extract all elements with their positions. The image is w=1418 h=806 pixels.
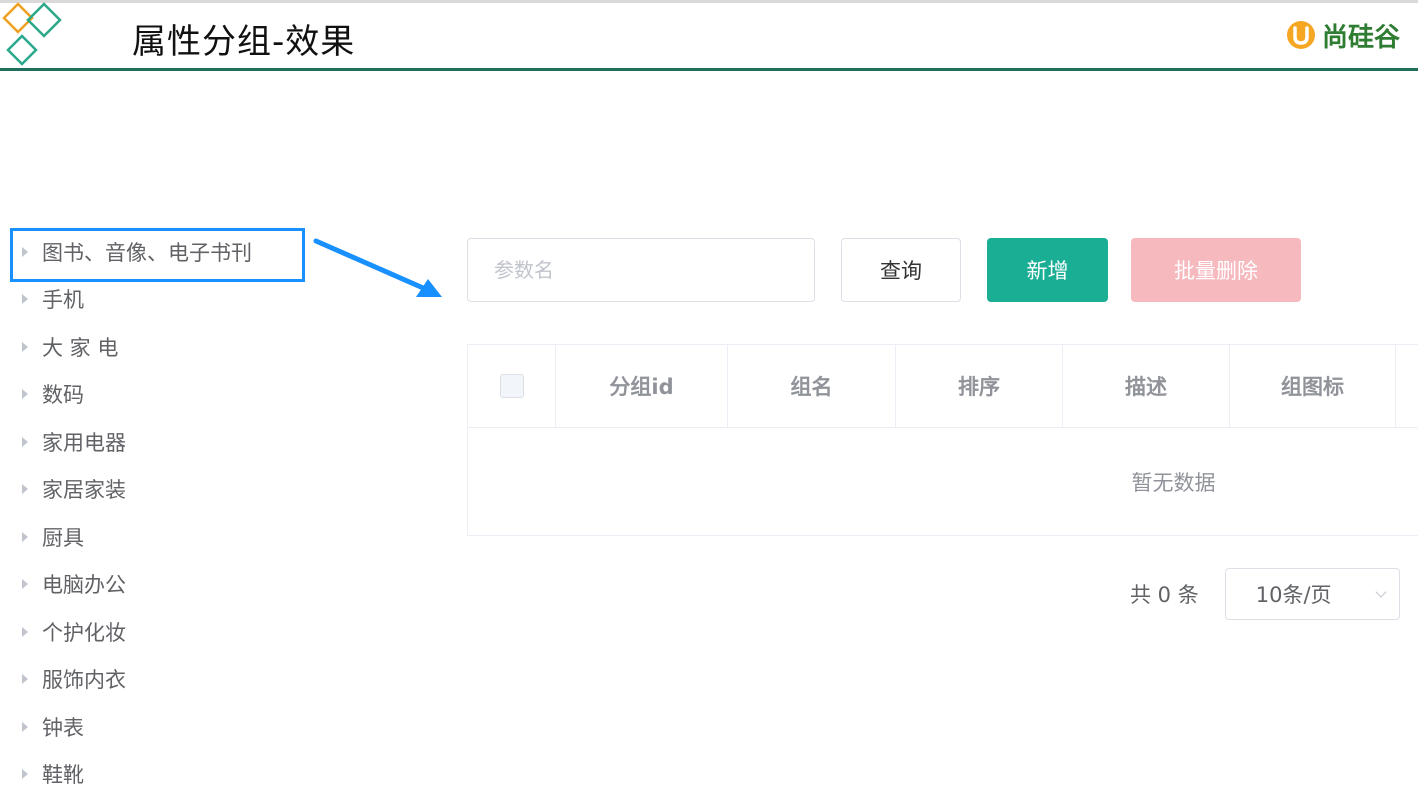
diamond-decoration-icon — [2, 2, 62, 66]
caret-right-icon[interactable] — [22, 674, 28, 685]
add-button[interactable]: 新增 — [987, 238, 1108, 302]
tree-item-label: 家居家装 — [42, 478, 126, 503]
tree-item-home-decor[interactable]: 家居家装 — [14, 466, 314, 514]
tree-item-computers[interactable]: 电脑办公 — [14, 561, 314, 609]
page-title: 属性分组-效果 — [132, 22, 356, 62]
tree-item-label: 厨具 — [42, 525, 84, 550]
page-size-value: 10条/页 — [1255, 583, 1332, 607]
tree-item-label: 大 家 电 — [42, 335, 119, 360]
tree-item-label: 服饰内衣 — [42, 668, 126, 693]
pagination: 共 0 条 10条/页 — [1130, 568, 1400, 620]
tree-item-shoes[interactable]: 鞋靴 — [14, 751, 314, 799]
caret-right-icon[interactable] — [22, 626, 28, 637]
caret-right-icon[interactable] — [22, 389, 28, 400]
batch-delete-button[interactable]: 批量删除 — [1131, 238, 1301, 302]
caret-right-icon[interactable] — [22, 721, 28, 732]
empty-text: 暂无数据 — [1131, 471, 1216, 495]
param-name-search-input[interactable] — [467, 238, 815, 302]
category-tree: 图书、音像、电子书刊 手机 大 家 电 数码 家用电器 家居家装 厨具 电脑办公… — [14, 228, 314, 798]
tree-item-home-appliances[interactable]: 家用电器 — [14, 418, 314, 466]
caret-right-icon[interactable] — [22, 436, 28, 447]
select-all-cell — [468, 345, 556, 427]
highlight-box — [10, 228, 305, 282]
tree-item-clothing[interactable]: 服饰内衣 — [14, 656, 314, 704]
tree-item-label: 家用电器 — [42, 430, 126, 455]
brand-logo-icon — [1286, 21, 1315, 49]
annotation-arrow-icon — [313, 238, 442, 297]
tree-item-label: 电脑办公 — [42, 573, 126, 598]
caret-right-icon[interactable] — [22, 579, 28, 590]
attr-group-table: 分组id 组名 排序 描述 组图标 暂无数据 — [467, 344, 1418, 536]
select-all-checkbox[interactable] — [499, 374, 524, 398]
tree-item-label: 个护化妆 — [42, 620, 126, 645]
column-header-sort[interactable]: 排序 — [896, 345, 1063, 427]
column-header-description[interactable]: 描述 — [1063, 345, 1230, 427]
caret-right-icon[interactable] — [22, 769, 28, 780]
brand: 尚硅谷 — [1286, 18, 1400, 53]
tree-item-appliances[interactable]: 大 家 电 — [14, 323, 314, 371]
caret-right-icon[interactable] — [22, 484, 28, 495]
tree-item-label: 鞋靴 — [42, 763, 84, 788]
tree-item-personal-care[interactable]: 个护化妆 — [14, 608, 314, 656]
tree-item-label: 手机 — [42, 288, 84, 313]
tree-item-label: 数码 — [42, 383, 84, 408]
tree-item-digital[interactable]: 数码 — [14, 371, 314, 419]
caret-right-icon[interactable] — [22, 294, 28, 305]
tree-item-kitchenware[interactable]: 厨具 — [14, 513, 314, 561]
query-button[interactable]: 查询 — [841, 238, 961, 302]
caret-right-icon[interactable] — [22, 341, 28, 352]
column-header-group-icon[interactable]: 组图标 — [1230, 345, 1396, 427]
brand-name: 尚硅谷 — [1321, 22, 1400, 53]
tree-item-label: 钟表 — [42, 715, 84, 740]
tree-item-phones[interactable]: 手机 — [14, 276, 314, 324]
column-header-group-name[interactable]: 组名 — [728, 345, 896, 427]
page-size-select[interactable]: 10条/页 — [1224, 568, 1400, 620]
slide-header: 属性分组-效果 尚硅谷 — [0, 0, 1418, 71]
column-header-group-id[interactable]: 分组id — [556, 345, 728, 427]
total-count: 共 0 条 — [1130, 583, 1199, 607]
header-divider — [0, 68, 1418, 71]
tree-item-watches[interactable]: 钟表 — [14, 703, 314, 751]
table-header-row: 分组id 组名 排序 描述 组图标 — [468, 345, 1418, 428]
caret-right-icon[interactable] — [22, 531, 28, 542]
chevron-down-icon — [1375, 586, 1387, 598]
